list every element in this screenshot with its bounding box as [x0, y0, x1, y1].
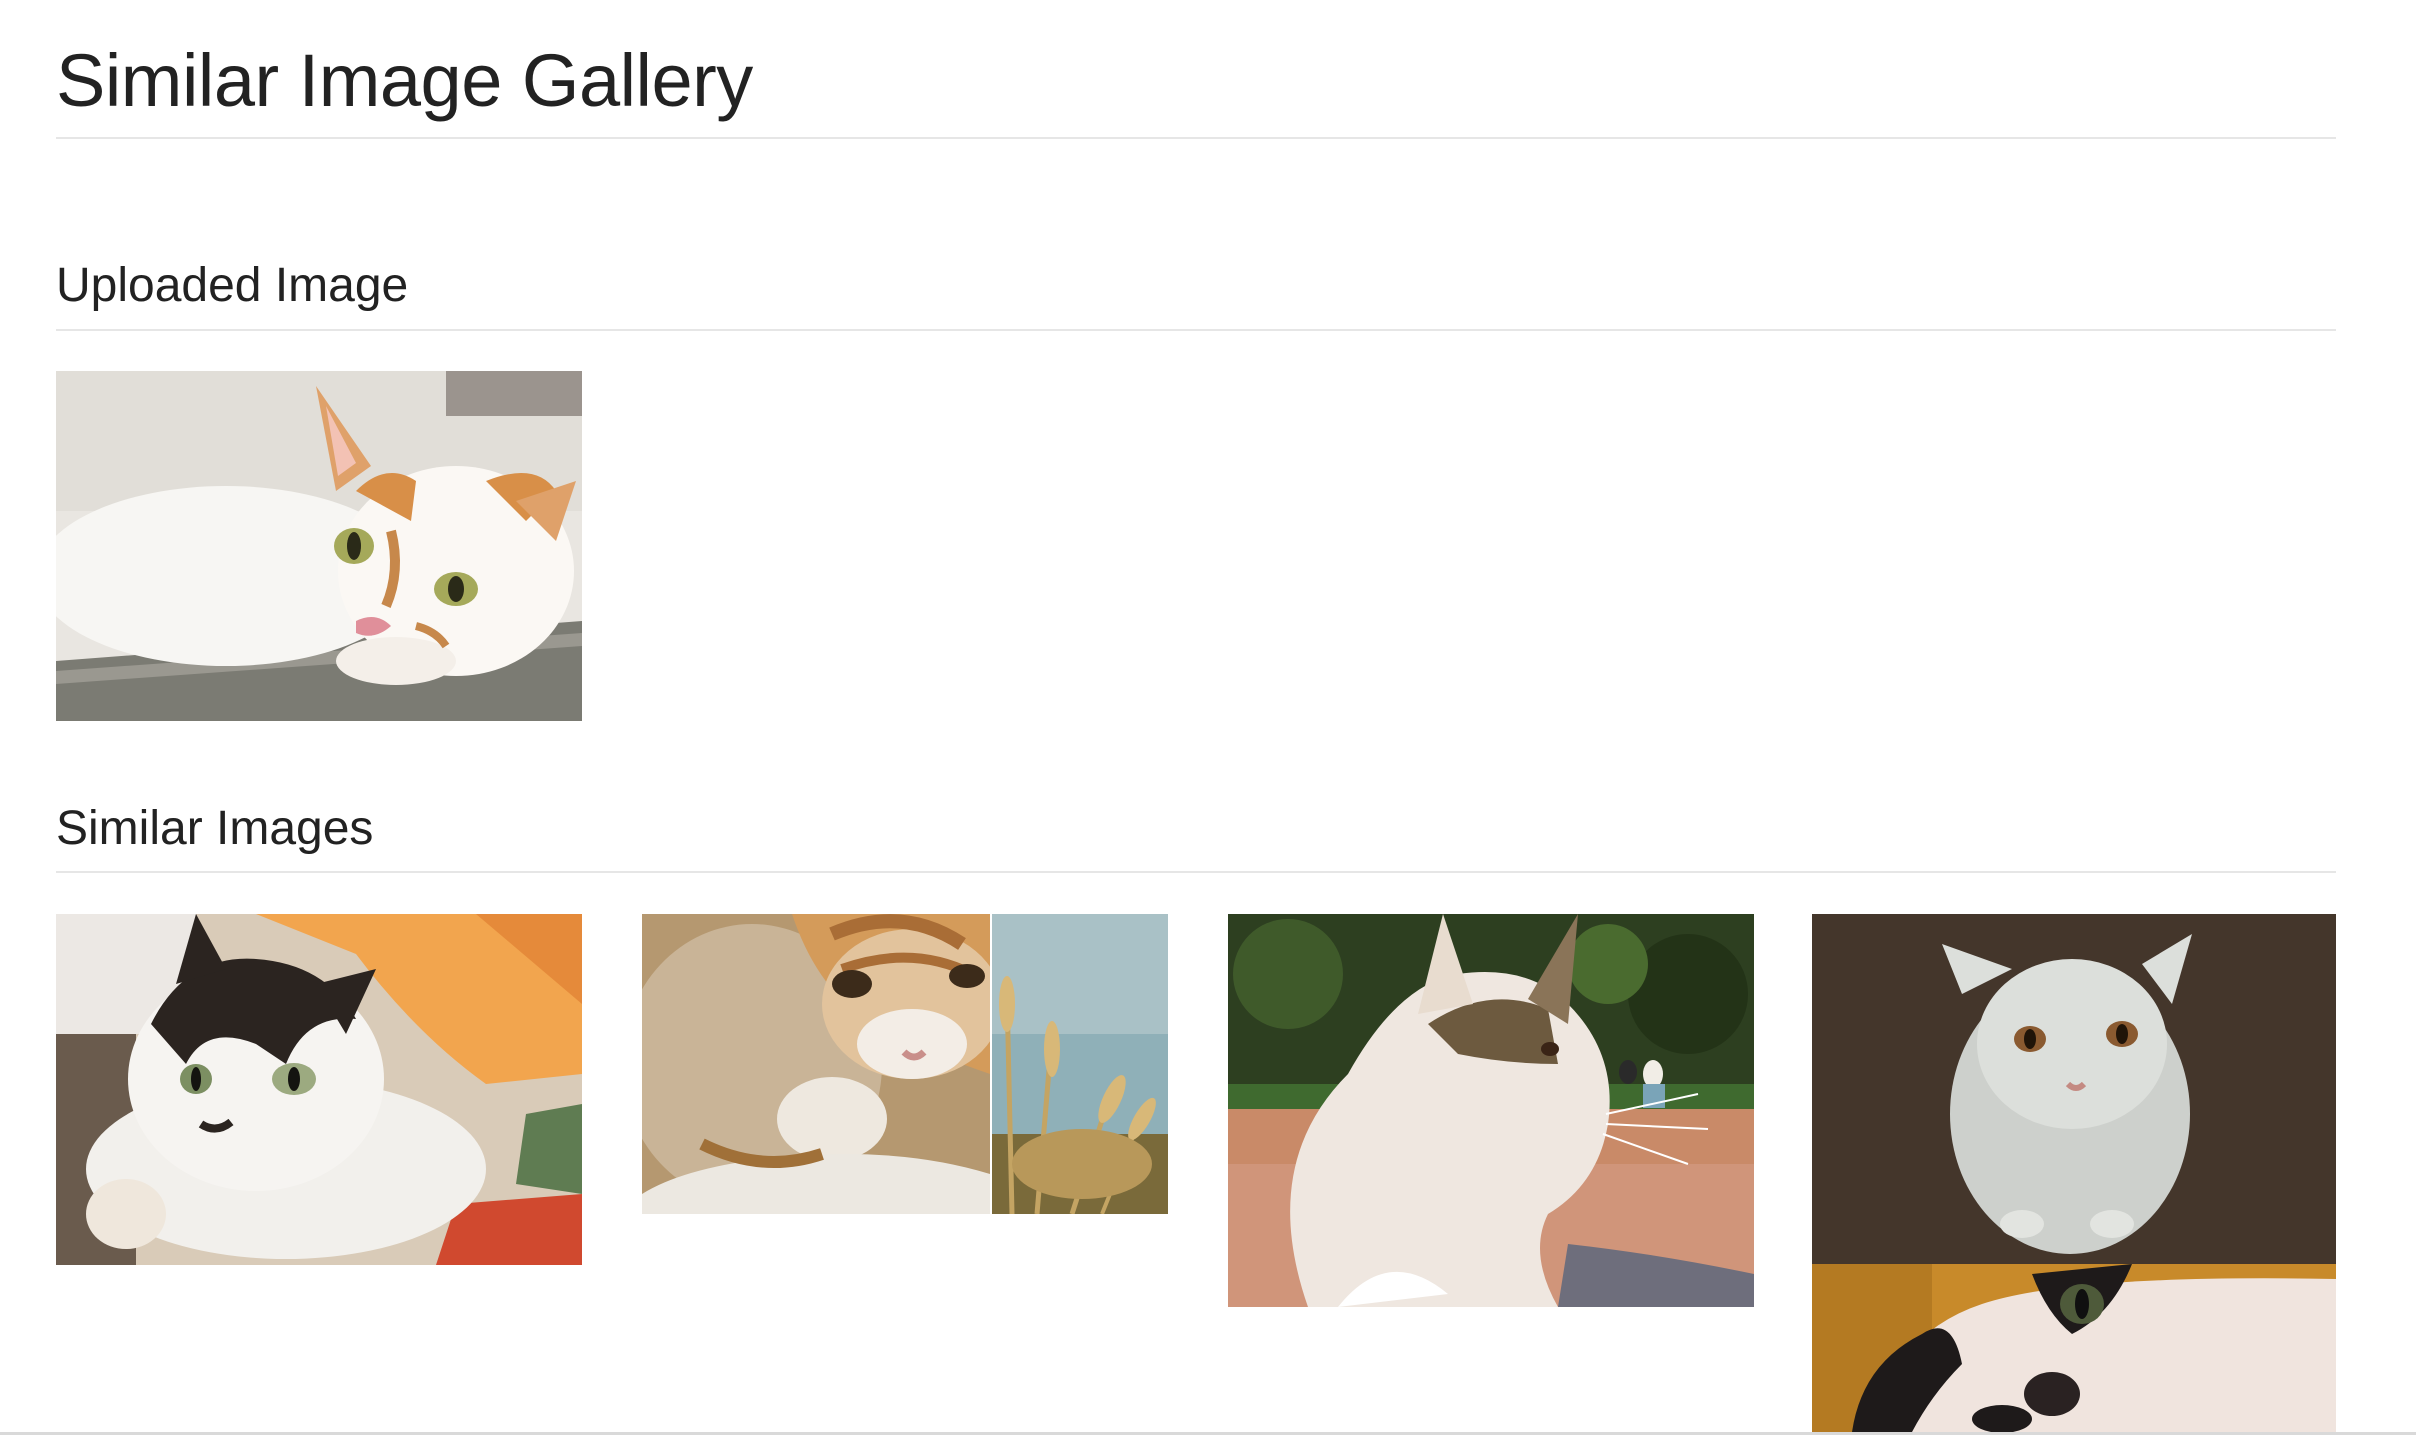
cat-photo-icon: [56, 371, 582, 721]
uploaded-section-divider: [56, 329, 2336, 331]
similar-images-heading: Similar Images: [56, 802, 374, 855]
cat-photo-icon: [56, 914, 582, 1265]
title-divider: [56, 137, 2336, 139]
similar-image-2[interactable]: [642, 914, 1168, 1214]
page-bottom-border: [0, 1432, 2416, 1435]
page-title: Similar Image Gallery: [56, 39, 753, 122]
similar-image-3[interactable]: [1228, 914, 1754, 1307]
similar-image-1[interactable]: [56, 914, 582, 1265]
similar-section-divider: [56, 871, 2336, 873]
cat-photo-icon: [1228, 914, 1754, 1307]
similar-image-4[interactable]: [1812, 914, 2336, 1432]
cat-photo-icon: [642, 914, 1168, 1214]
uploaded-cat-photo[interactable]: [56, 371, 582, 721]
uploaded-image-heading: Uploaded Image: [56, 259, 409, 312]
cat-photo-icon: [1812, 914, 2336, 1432]
